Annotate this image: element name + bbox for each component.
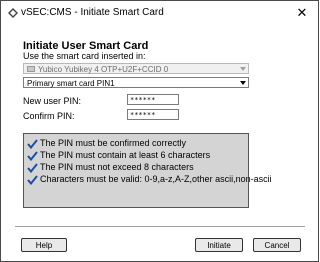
pin-type-select-value: Primary smart card PIN1 bbox=[27, 79, 115, 88]
rule-item: The PIN must not exceed 8 characters bbox=[27, 162, 194, 173]
new-pin-label: New user PIN: bbox=[23, 96, 82, 106]
checkmark-icon bbox=[27, 163, 38, 173]
checkmark-icon bbox=[27, 175, 38, 185]
footer-divider bbox=[15, 226, 305, 227]
chevron-down-icon bbox=[240, 81, 246, 85]
checkmark-icon bbox=[27, 139, 38, 149]
rule-text: The PIN must not exceed 8 characters bbox=[40, 162, 194, 172]
rule-text: Characters must be valid: 0-9,a-z,A-Z,ot… bbox=[40, 174, 272, 184]
confirm-pin-label: Confirm PIN: bbox=[23, 111, 75, 121]
dialog-window: vSEC:CMS - Initiate Smart Card ✕ Initiat… bbox=[0, 0, 319, 262]
checkmark-icon bbox=[27, 151, 38, 161]
reader-select[interactable]: Yubico Yubikey 4 OTP+U2F+CCID 0 bbox=[23, 63, 249, 74]
pin-rules-panel: The PIN must be confirmed correctly The … bbox=[23, 133, 272, 208]
chevron-down-icon bbox=[240, 67, 246, 71]
rule-item: The PIN must be confirmed correctly bbox=[27, 138, 186, 149]
title-bar: vSEC:CMS - Initiate Smart Card ✕ bbox=[1, 1, 318, 27]
rule-item: Characters must be valid: 0-9,a-z,A-Z,ot… bbox=[27, 174, 272, 185]
initiate-button[interactable]: Initiate bbox=[195, 238, 243, 252]
confirm-pin-field[interactable]: ****** bbox=[127, 109, 179, 120]
cancel-button[interactable]: Cancel bbox=[253, 238, 301, 252]
window-title: vSEC:CMS - Initiate Smart Card bbox=[21, 7, 164, 18]
pin-type-select[interactable]: Primary smart card PIN1 bbox=[23, 77, 249, 88]
close-button[interactable]: ✕ bbox=[292, 4, 312, 22]
rule-item: The PIN must contain at least 6 characte… bbox=[27, 150, 210, 161]
smart-card-icon bbox=[27, 66, 35, 72]
new-pin-field[interactable]: ****** bbox=[127, 94, 179, 105]
reader-label: Use the smart card inserted in: bbox=[23, 51, 146, 61]
rule-text: The PIN must contain at least 6 characte… bbox=[40, 150, 211, 160]
rule-text: The PIN must be confirmed correctly bbox=[40, 138, 187, 148]
app-icon bbox=[8, 8, 18, 18]
help-button[interactable]: Help bbox=[21, 238, 67, 252]
reader-select-value: Yubico Yubikey 4 OTP+U2F+CCID 0 bbox=[38, 65, 169, 74]
